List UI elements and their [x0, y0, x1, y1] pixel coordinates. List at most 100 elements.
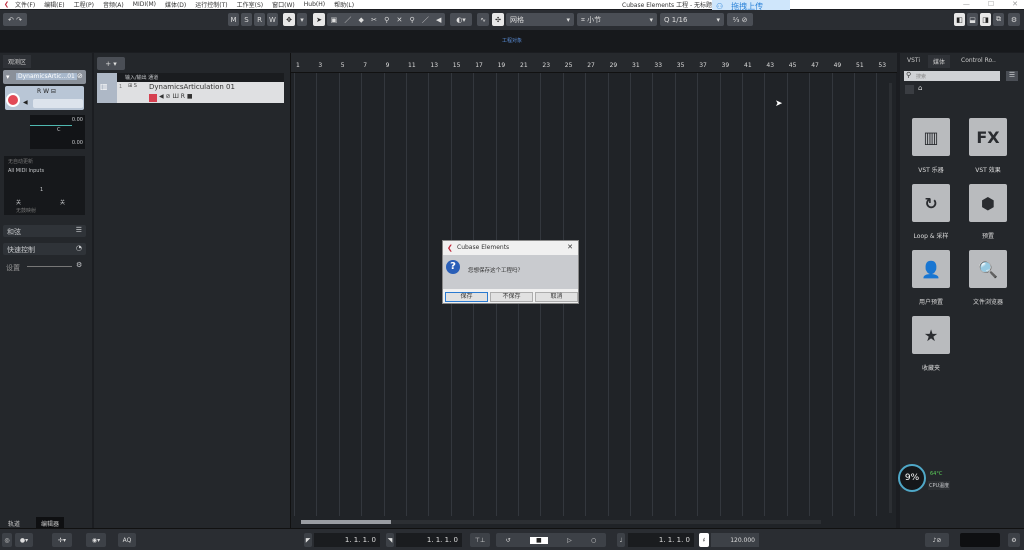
drum-map-select[interactable]: 无鼓映射	[16, 207, 36, 214]
save-button[interactable]: 保存	[445, 292, 488, 302]
undo-redo-button[interactable]: ↶ ↷	[3, 13, 27, 26]
home-icon[interactable]: ⌂	[918, 84, 922, 92]
ruler[interactable]: 1 3 5 7 9 11 13 15 17 19 21 23 25 27 29 31 33 35 37 39 41 43 4…	[291, 53, 897, 73]
eraser-tool-icon[interactable]: ◆	[359, 16, 364, 24]
nudge-icon[interactable]: ∿	[477, 13, 489, 26]
solo-button[interactable]: S	[241, 13, 252, 26]
program-select[interactable]: 关	[60, 199, 65, 206]
aq-button[interactable]: AQ	[118, 533, 136, 547]
stop-button[interactable]: ■	[530, 536, 548, 544]
menu-studio[interactable]: 工作室(S)	[237, 0, 264, 9]
output-routing[interactable]: 无自动更新	[4, 156, 85, 167]
bank-select[interactable]: 关	[16, 199, 21, 206]
add-track-button[interactable]: + ▾	[97, 57, 125, 70]
record-mode-icon[interactable]: ◎	[2, 533, 12, 547]
grid-select[interactable]: ⌗ 小节 ▾	[577, 13, 657, 26]
record-enable-button[interactable]	[6, 93, 20, 107]
back-button[interactable]	[905, 85, 914, 94]
track-input-field[interactable]	[33, 99, 83, 108]
dont-save-button[interactable]: 不保存	[490, 292, 533, 302]
autoscroll-icon[interactable]: ✥	[283, 13, 295, 26]
tab-vsti[interactable]: VSTi	[902, 55, 926, 66]
media-tile-icon[interactable]: 👤	[912, 250, 950, 288]
read-button[interactable]: R	[254, 13, 265, 26]
media-tile-icon[interactable]: ★	[912, 316, 950, 354]
dialog-close-button[interactable]: ✕	[567, 243, 573, 251]
list-view-icon[interactable]: ☰	[1006, 71, 1018, 81]
mute-solo-buttons[interactable]: ⊞ S	[128, 83, 137, 89]
menu-midi[interactable]: MIDI(M)	[133, 1, 156, 8]
lower-zone-toggle-icon[interactable]: ⬓	[967, 13, 978, 26]
precount-icon[interactable]: ◉▾	[86, 533, 106, 547]
menu-transport[interactable]: 运行控制(T)	[195, 0, 227, 9]
tab-media[interactable]: 媒体	[928, 55, 951, 68]
volume-slider[interactable]	[30, 125, 72, 126]
media-tile-icon[interactable]: ↻	[912, 184, 950, 222]
monitor-icon[interactable]: ◀	[23, 99, 28, 106]
tab-inspector[interactable]: 观测区	[3, 55, 32, 68]
menu-edit[interactable]: 编辑(E)	[44, 0, 64, 9]
record-button[interactable]: ○	[591, 537, 596, 544]
position-field[interactable]: 1. 1. 1. 0	[628, 533, 694, 547]
position-icon[interactable]: ♩	[617, 533, 625, 547]
cycle-mode-icon[interactable]: ●▾	[15, 533, 33, 547]
settings-slider[interactable]	[27, 266, 72, 267]
line-tool-icon[interactable]: ／	[422, 15, 429, 25]
snap-type-select[interactable]: 网格 ▾	[506, 13, 574, 26]
menu-audio[interactable]: 音频(A)	[103, 0, 124, 9]
auto-quantize-mode-icon[interactable]: ✢▾	[52, 533, 72, 547]
horizontal-scrollbar[interactable]	[301, 520, 821, 524]
right-locator-field[interactable]: 1. 1. 1. 0	[396, 533, 462, 547]
menu-window[interactable]: 窗口(W)	[272, 0, 295, 9]
mute-button[interactable]: M	[228, 13, 239, 26]
media-tile-icon[interactable]: FX	[969, 118, 1007, 156]
menu-file[interactable]: 文件(F)	[15, 0, 35, 9]
vertical-scrollbar[interactable]	[889, 83, 892, 513]
media-tile-icon[interactable]: 🔍	[969, 250, 1007, 288]
mute-tool-icon[interactable]: ✕	[396, 16, 402, 24]
cycle-button[interactable]: ↺	[506, 537, 511, 544]
menu-project[interactable]: 工程(P)	[74, 0, 94, 9]
section-quick-controls[interactable]: 快速控制 ◔	[3, 243, 86, 255]
track-buttons[interactable]: ◀ ⊘ Ш R ■	[159, 93, 193, 100]
read-write-buttons[interactable]: R W ⊟	[37, 88, 56, 95]
window-layout-icon[interactable]: ⧉	[993, 13, 1004, 26]
input-routing[interactable]: All MIDI Inputs	[4, 167, 85, 175]
glue-tool-icon[interactable]: ⚲	[384, 16, 389, 24]
instrument-track[interactable]: ▥ 1 ⊞ S DynamicsArticulation 01 ◀ ⊘ Ш R …	[97, 82, 284, 103]
transport-settings-icon[interactable]: ⚙	[1008, 533, 1020, 547]
right-locator-icon[interactable]: ◥	[386, 533, 394, 547]
inspector-track-header[interactable]: ▾ DynamicsArtic...01 ⊘	[3, 70, 86, 84]
close-window-button[interactable]: ✕	[1012, 0, 1018, 8]
snap-icon[interactable]: ✣	[492, 13, 504, 26]
quantize-select[interactable]: Q 1/16 ▾	[660, 13, 724, 26]
metronome-icon[interactable]: ♯	[699, 533, 709, 547]
left-zone-toggle-icon[interactable]: ◧	[954, 13, 965, 26]
cancel-button[interactable]: 取消	[535, 292, 578, 302]
media-tile-icon[interactable]: ⬢	[969, 184, 1007, 222]
track-record-button[interactable]	[149, 94, 157, 102]
menu-media[interactable]: 媒体(D)	[165, 0, 186, 9]
settings-gear-icon[interactable]: ⚙	[1008, 13, 1020, 26]
settings-gear-icon[interactable]: ⚙	[76, 261, 82, 269]
menu-help[interactable]: 帮助(L)	[334, 0, 354, 9]
dropdown-icon[interactable]: ▾	[297, 13, 307, 26]
minimize-button[interactable]: —	[963, 0, 970, 8]
quantize-settings-icon[interactable]: ⅔ ⊘	[727, 13, 753, 26]
left-locator-icon[interactable]: ◤	[304, 533, 312, 547]
folder-track[interactable]: 输入/输出 通道	[97, 73, 284, 82]
punch-icon[interactable]: ⊤⊥	[470, 533, 490, 547]
speaker-tool-icon[interactable]: ◀	[436, 16, 441, 24]
write-button[interactable]: W	[267, 13, 278, 26]
zoom-tool-icon[interactable]: ⚲	[410, 16, 415, 24]
tempo-field[interactable]: 120.000	[711, 533, 759, 547]
tool-group[interactable]: ▣ ／ ◆ ✂ ⚲ ✕ ⚲ ／ ◀	[327, 13, 445, 26]
pointer-tool-icon[interactable]: ➤	[313, 13, 325, 26]
volume-pan-box[interactable]: 0.00 C 0.00	[30, 115, 85, 149]
edit-instrument-icon[interactable]: ⊘	[77, 72, 83, 80]
split-tool-icon[interactable]: ✂	[371, 16, 377, 24]
media-tile-icon[interactable]: ▥	[912, 118, 950, 156]
pencil-tool-icon[interactable]: ／	[344, 15, 351, 25]
menu-hub[interactable]: Hub(H)	[304, 1, 325, 8]
color-tool-icon[interactable]: ◐▾	[450, 13, 472, 26]
